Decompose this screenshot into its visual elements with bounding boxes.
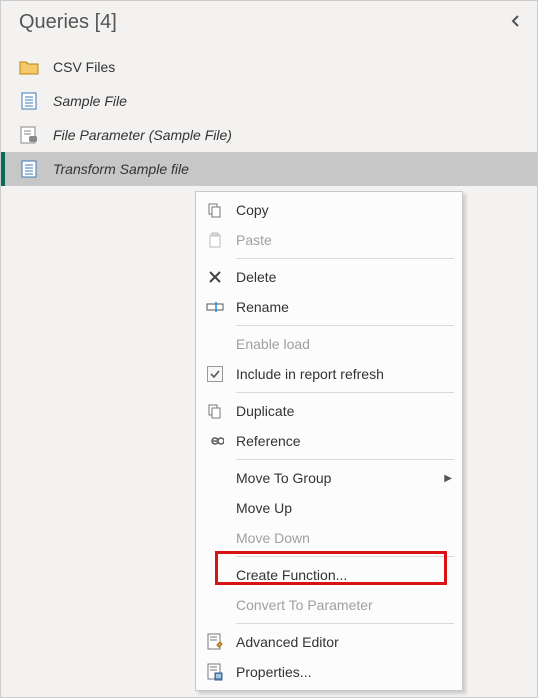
chevron-right-icon: ▶ — [444, 473, 452, 484]
menu-move-down: Move Down — [196, 523, 462, 553]
blank-icon — [204, 333, 226, 355]
menu-label: Copy — [236, 202, 269, 218]
menu-reference[interactable]: Reference — [196, 426, 462, 456]
query-label: File Parameter (Sample File) — [53, 127, 232, 143]
menu-label: Include in report refresh — [236, 366, 384, 382]
menu-rename[interactable]: Rename — [196, 292, 462, 322]
query-item-csv-files[interactable]: CSV Files — [1, 50, 537, 84]
document-icon — [19, 159, 39, 179]
menu-delete[interactable]: Delete — [196, 262, 462, 292]
collapse-icon[interactable] — [509, 11, 523, 34]
menu-paste: Paste — [196, 225, 462, 255]
query-label: Sample File — [53, 93, 127, 109]
menu-copy[interactable]: Copy — [196, 195, 462, 225]
query-label: CSV Files — [53, 59, 115, 75]
menu-label: Reference — [236, 433, 301, 449]
query-item-transform-sample[interactable]: Transform Sample file — [1, 152, 537, 186]
parameter-icon — [19, 125, 39, 145]
menu-label: Convert To Parameter — [236, 597, 373, 613]
menu-label: Properties... — [236, 664, 311, 680]
menu-include-refresh[interactable]: Include in report refresh — [196, 359, 462, 389]
menu-label: Rename — [236, 299, 289, 315]
query-item-file-parameter[interactable]: File Parameter (Sample File) — [1, 118, 537, 152]
menu-label: Create Function... — [236, 567, 347, 583]
menu-label: Duplicate — [236, 403, 294, 419]
menu-advanced-editor[interactable]: Advanced Editor — [196, 627, 462, 657]
document-icon — [19, 91, 39, 111]
blank-icon — [204, 497, 226, 519]
duplicate-icon — [204, 400, 226, 422]
query-item-sample-file[interactable]: Sample File — [1, 84, 537, 118]
blank-icon — [204, 594, 226, 616]
copy-icon — [204, 199, 226, 221]
folder-icon — [19, 57, 39, 77]
menu-label: Delete — [236, 269, 276, 285]
query-list: CSV Files Sample File File Parameter (Sa… — [1, 50, 537, 186]
menu-properties[interactable]: Properties... — [196, 657, 462, 687]
menu-label: Advanced Editor — [236, 634, 339, 650]
menu-label: Move To Group — [236, 470, 331, 486]
advanced-editor-icon — [204, 631, 226, 653]
menu-move-up[interactable]: Move Up — [196, 493, 462, 523]
checkbox-checked-icon — [204, 363, 226, 385]
rename-icon — [204, 296, 226, 318]
delete-icon — [204, 266, 226, 288]
reference-icon — [204, 430, 226, 452]
menu-create-function[interactable]: Create Function... — [196, 560, 462, 590]
paste-icon — [204, 229, 226, 251]
menu-enable-load: Enable load — [196, 329, 462, 359]
blank-icon — [204, 564, 226, 586]
properties-icon — [204, 661, 226, 683]
menu-convert-to-parameter: Convert To Parameter — [196, 590, 462, 620]
menu-move-to-group[interactable]: Move To Group ▶ — [196, 463, 462, 493]
menu-label: Paste — [236, 232, 272, 248]
menu-label: Move Up — [236, 500, 292, 516]
query-label: Transform Sample file — [53, 161, 189, 177]
menu-label: Move Down — [236, 530, 310, 546]
blank-icon — [204, 527, 226, 549]
menu-label: Enable load — [236, 336, 310, 352]
blank-icon — [204, 467, 226, 489]
menu-duplicate[interactable]: Duplicate — [196, 396, 462, 426]
panel-title: Queries [4] — [19, 11, 117, 34]
context-menu: Copy Paste Delete Rename — [195, 191, 463, 691]
